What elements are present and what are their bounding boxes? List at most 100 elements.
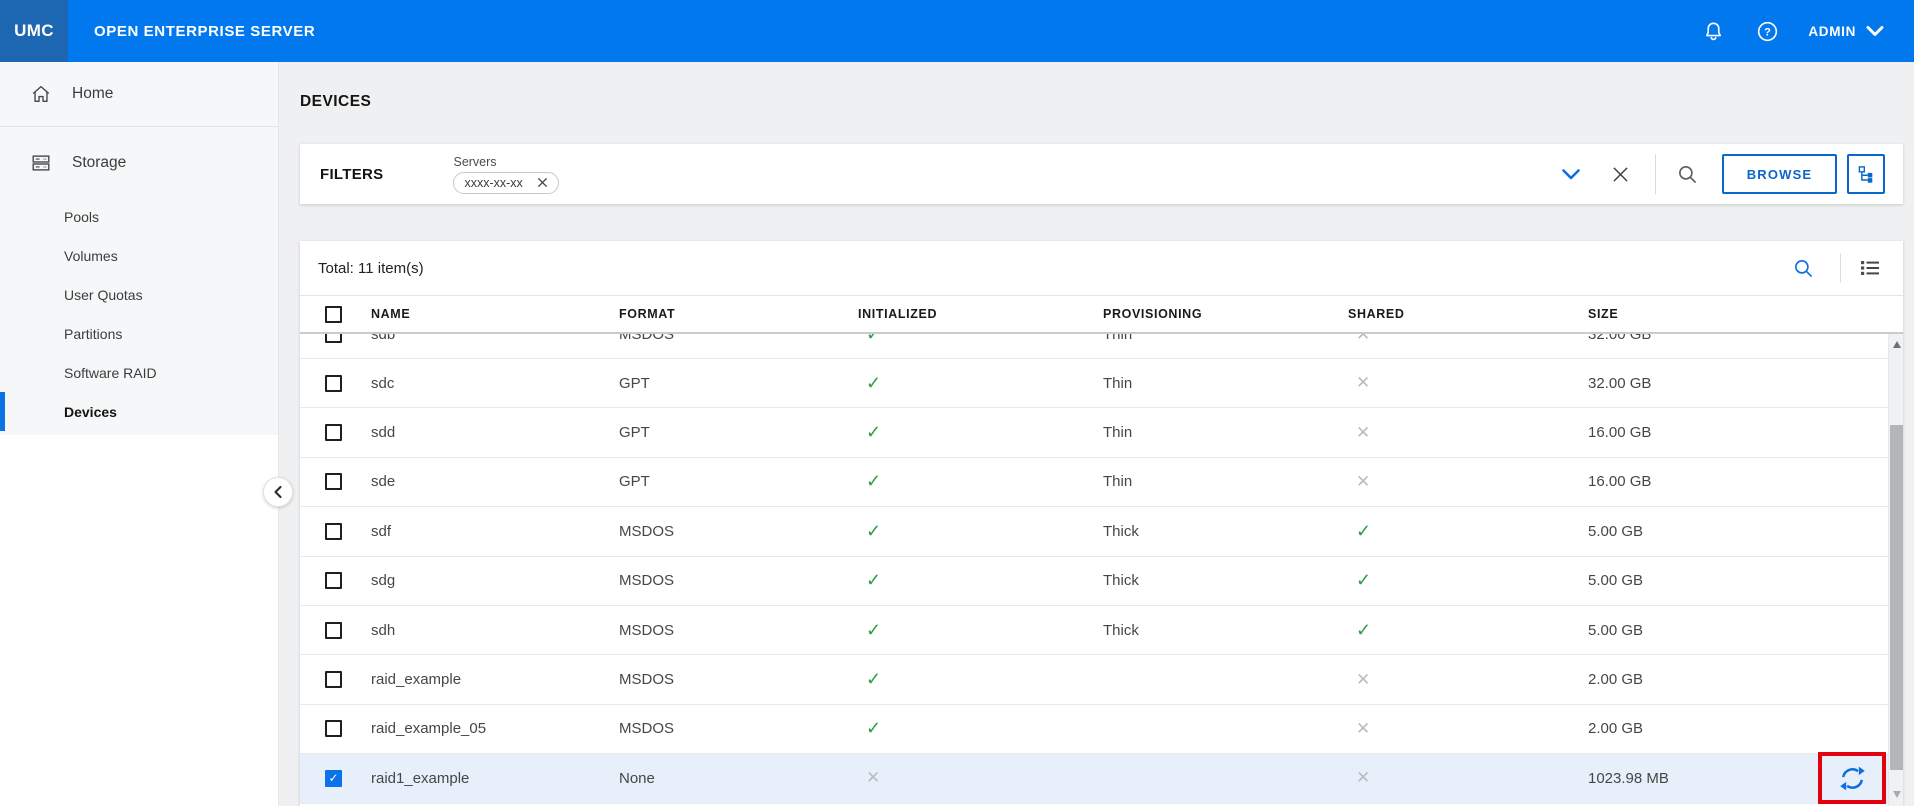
row-checkbox[interactable]: ✓ <box>325 720 342 737</box>
sidebar-item-storage[interactable]: Storage <box>0 141 278 185</box>
cell-name: sde <box>371 473 619 490</box>
cell-size: 32.00 GB <box>1588 375 1903 392</box>
column-header-format[interactable]: FORMAT <box>619 307 858 321</box>
table-row[interactable]: ✓ sdg MSDOS ✓ Thick ✓ 5.00 GB <box>300 557 1903 606</box>
cell-format: GPT <box>619 424 858 441</box>
column-header-initialized[interactable]: INITIALIZED <box>858 307 1103 321</box>
row-checkbox[interactable]: ✓ <box>325 523 342 540</box>
sidebar-item-home[interactable]: Home <box>0 62 278 127</box>
cell-size: 5.00 GB <box>1588 523 1903 540</box>
sidebar-item-user-quotas[interactable]: User Quotas <box>0 275 278 314</box>
notifications-button[interactable] <box>1700 18 1726 44</box>
cell-size: 16.00 GB <box>1588 424 1903 441</box>
filters-search-button[interactable] <box>1676 164 1698 185</box>
cell-size: 32.00 GB <box>1588 334 1903 343</box>
select-all-checkbox[interactable]: ✓ <box>325 306 342 323</box>
column-header-shared[interactable]: SHARED <box>1348 307 1588 321</box>
row-checkbox[interactable]: ✓ <box>325 424 342 441</box>
list-view-button[interactable] <box>1859 258 1881 278</box>
row-checkbox[interactable]: ✓ <box>325 375 342 392</box>
scrollbar-thumb[interactable] <box>1890 425 1903 770</box>
column-header-size[interactable]: SIZE <box>1588 307 1903 321</box>
shared-mark: ✓ <box>1348 620 1371 640</box>
cell-name: sdd <box>371 424 619 441</box>
help-button[interactable]: ? <box>1754 18 1780 44</box>
cell-format: MSDOS <box>619 523 858 540</box>
home-icon <box>30 83 52 105</box>
table-row[interactable]: ✓ sdd GPT ✓ Thin ✕ 16.00 GB <box>300 408 1903 457</box>
table-row[interactable]: ✓ sdb MSDOS ✓ Thin ✕ 32.00 GB <box>300 334 1903 359</box>
table-scrollbar[interactable] <box>1888 334 1903 806</box>
row-checkbox[interactable]: ✓ <box>325 572 342 589</box>
sidebar-collapse-button[interactable] <box>263 477 293 507</box>
row-checkbox[interactable]: ✓ <box>325 671 342 688</box>
table-row[interactable]: ✓ raid1_example None ✕ ✕ 1023.98 MB <box>300 754 1903 803</box>
tree-icon <box>1857 165 1876 184</box>
page-title: DEVICES <box>300 93 371 111</box>
sidebar-item-volumes[interactable]: Volumes <box>0 236 278 275</box>
column-header-name[interactable]: NAME <box>371 307 619 321</box>
chevron-down-icon <box>1561 168 1581 181</box>
sidebar-item-software-raid[interactable]: Software RAID <box>0 353 278 392</box>
bell-icon <box>1702 20 1725 43</box>
shared-mark: ✕ <box>1348 423 1370 442</box>
cell-format: GPT <box>619 473 858 490</box>
shared-mark: ✓ <box>1348 570 1371 590</box>
table-row[interactable]: ✓ sdh MSDOS ✓ Thick ✓ 5.00 GB <box>300 606 1903 655</box>
sidebar-item-pools[interactable]: Pools <box>0 197 278 236</box>
scroll-up-button[interactable] <box>1889 336 1903 352</box>
table-row[interactable]: ✓ sdc GPT ✓ Thin ✕ 32.00 GB <box>300 359 1903 408</box>
list-icon <box>1859 258 1881 278</box>
shared-mark: ✕ <box>1348 472 1370 491</box>
table-search-button[interactable] <box>1793 258 1814 279</box>
admin-menu[interactable]: ADMIN <box>1808 24 1884 39</box>
cell-size: 5.00 GB <box>1588 572 1903 589</box>
row-checkbox[interactable]: ✓ <box>325 473 342 490</box>
divider <box>1840 253 1841 283</box>
cell-name: raid1_example <box>371 770 619 787</box>
filters-clear-button[interactable] <box>1611 166 1629 183</box>
shared-mark: ✕ <box>1348 719 1370 738</box>
search-icon <box>1677 164 1698 185</box>
row-checkbox[interactable]: ✓ <box>325 770 342 787</box>
sidebar-item-devices[interactable]: Devices <box>0 392 278 431</box>
row-checkbox[interactable]: ✓ <box>325 334 342 343</box>
shared-mark: ✓ <box>1348 521 1371 541</box>
initialized-mark: ✓ <box>858 334 881 344</box>
product-title: OPEN ENTERPRISE SERVER <box>94 23 315 40</box>
table-row[interactable]: ✓ raid_example MSDOS ✓ ✕ 2.00 GB <box>300 655 1903 704</box>
table-row[interactable]: ✓ sdf MSDOS ✓ Thick ✓ 5.00 GB <box>300 507 1903 556</box>
browse-button[interactable]: BROWSE <box>1722 154 1837 194</box>
cell-format: None <box>619 770 858 787</box>
initialized-mark: ✓ <box>858 521 881 541</box>
refresh-device-button[interactable] <box>1818 752 1886 804</box>
chip-remove-button[interactable] <box>537 177 548 188</box>
initialized-mark: ✓ <box>858 669 881 689</box>
scroll-down-button[interactable] <box>1889 786 1903 802</box>
cell-provisioning: Thin <box>1103 375 1348 392</box>
cell-name: raid_example_05 <box>371 720 619 737</box>
cell-name: sdf <box>371 523 619 540</box>
initialized-mark: ✓ <box>858 422 881 442</box>
cell-format: GPT <box>619 375 858 392</box>
cell-provisioning: Thin <box>1103 473 1348 490</box>
row-checkbox[interactable]: ✓ <box>325 622 342 639</box>
close-icon <box>1612 166 1629 183</box>
sidebar-item-partitions[interactable]: Partitions <box>0 314 278 353</box>
tree-view-button[interactable] <box>1847 154 1885 194</box>
filters-expand-button[interactable] <box>1561 168 1581 181</box>
cell-size: 2.00 GB <box>1588 720 1903 737</box>
shared-mark: ✕ <box>1348 768 1370 787</box>
cell-format: MSDOS <box>619 622 858 639</box>
cell-format: MSDOS <box>619 671 858 688</box>
table-row[interactable]: ✓ raid_example_05 MSDOS ✓ ✕ 2.00 GB <box>300 705 1903 754</box>
cell-name: sdb <box>371 334 619 343</box>
sidebar-item-label: Home <box>72 85 113 103</box>
table-body: ✓ sdb MSDOS ✓ Thin ✕ 32.00 GB <box>300 334 1903 804</box>
table-row[interactable]: ✓ sde GPT ✓ Thin ✕ 16.00 GB <box>300 458 1903 507</box>
table-header-row: ✓ NAME FORMAT INITIALIZED PROVISIONING S… <box>300 296 1903 334</box>
umc-logo[interactable]: UMC <box>0 0 68 62</box>
column-header-provisioning[interactable]: PROVISIONING <box>1103 307 1348 321</box>
initialized-mark: ✓ <box>858 620 881 640</box>
divider <box>1655 154 1656 194</box>
